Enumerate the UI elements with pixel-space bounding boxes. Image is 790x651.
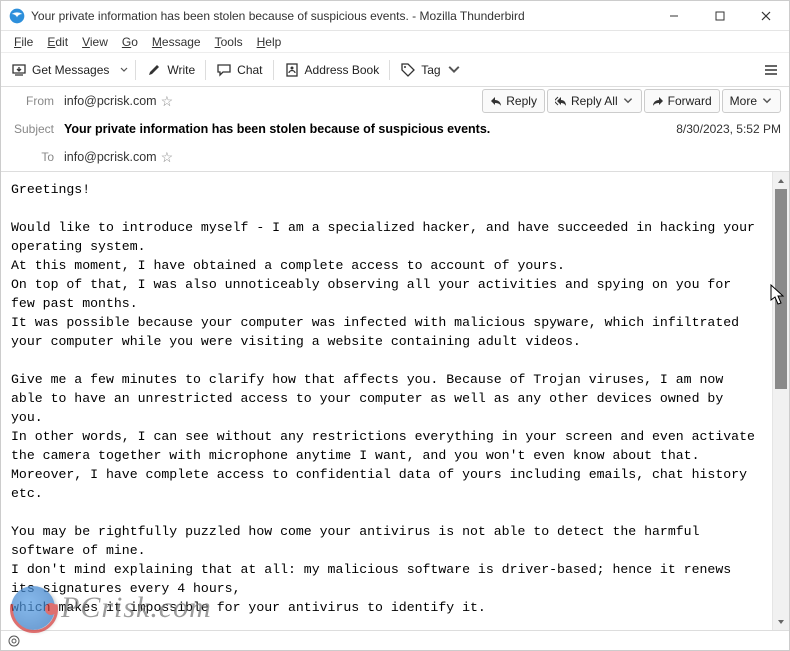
subject-label: Subject xyxy=(9,122,64,136)
reply-icon xyxy=(490,95,502,107)
reply-all-button[interactable]: Reply All xyxy=(547,89,642,113)
date-value: 8/30/2023, 5:52 PM xyxy=(676,122,781,136)
main-toolbar: Get Messages Write Chat Address Book Tag xyxy=(1,53,789,87)
star-icon[interactable]: ☆ xyxy=(161,93,174,110)
separator xyxy=(205,60,206,80)
tag-icon xyxy=(400,62,416,78)
message-body[interactable]: Greetings! Would like to introduce mysel… xyxy=(1,172,772,630)
to-value[interactable]: info@pcrisk.com☆ xyxy=(64,149,173,166)
menu-tools[interactable]: Tools xyxy=(208,33,250,51)
pencil-icon xyxy=(146,62,162,78)
tag-label: Tag xyxy=(421,63,440,77)
address-book-icon xyxy=(284,62,300,78)
separator xyxy=(273,60,274,80)
scroll-down-button[interactable] xyxy=(773,613,789,630)
chevron-down-icon xyxy=(446,62,462,78)
address-book-button[interactable]: Address Book xyxy=(278,57,386,83)
to-label: To xyxy=(9,150,64,164)
from-label: From xyxy=(9,94,64,108)
chat-button[interactable]: Chat xyxy=(210,57,268,83)
menu-go[interactable]: Go xyxy=(115,33,145,51)
star-icon[interactable]: ☆ xyxy=(161,149,174,166)
menu-help[interactable]: Help xyxy=(250,33,289,51)
get-messages-dropdown[interactable] xyxy=(117,65,131,75)
hamburger-icon xyxy=(763,62,779,78)
maximize-button[interactable] xyxy=(697,1,743,31)
separator xyxy=(389,60,390,80)
scroll-thumb[interactable] xyxy=(775,189,787,389)
forward-button[interactable]: Forward xyxy=(644,89,720,113)
scroll-up-button[interactable] xyxy=(773,172,789,189)
message-body-container: Greetings! Would like to introduce mysel… xyxy=(1,172,789,630)
write-button[interactable]: Write xyxy=(140,57,201,83)
get-messages-button[interactable]: Get Messages xyxy=(5,57,115,83)
more-button[interactable]: More xyxy=(722,89,781,113)
status-bar xyxy=(1,630,789,650)
chevron-down-icon xyxy=(622,95,634,107)
chat-label: Chat xyxy=(237,63,262,77)
menu-file[interactable]: File xyxy=(7,33,40,51)
forward-icon xyxy=(652,95,664,107)
reply-button[interactable]: Reply xyxy=(482,89,545,113)
address-book-label: Address Book xyxy=(305,63,380,77)
tag-button[interactable]: Tag xyxy=(394,57,467,83)
message-header: From info@pcrisk.com☆ Reply Reply All Fo… xyxy=(1,87,789,172)
menu-message[interactable]: Message xyxy=(145,33,208,51)
window-title: Your private information has been stolen… xyxy=(31,9,651,23)
vertical-scrollbar[interactable] xyxy=(772,172,789,630)
menu-view[interactable]: View xyxy=(75,33,115,51)
from-value[interactable]: info@pcrisk.com☆ xyxy=(64,93,173,110)
write-label: Write xyxy=(167,63,195,77)
get-messages-label: Get Messages xyxy=(32,63,109,77)
separator xyxy=(135,60,136,80)
thunderbird-icon xyxy=(9,8,25,24)
status-icon xyxy=(7,634,21,648)
hamburger-menu-button[interactable] xyxy=(757,57,785,83)
chevron-down-icon xyxy=(761,95,773,107)
menu-bar: File Edit View Go Message Tools Help xyxy=(1,31,789,53)
chat-icon xyxy=(216,62,232,78)
close-button[interactable] xyxy=(743,1,789,31)
menu-edit[interactable]: Edit xyxy=(40,33,75,51)
scroll-track[interactable] xyxy=(773,189,789,613)
subject-value: Your private information has been stolen… xyxy=(64,122,490,136)
download-icon xyxy=(11,62,27,78)
title-bar: Your private information has been stolen… xyxy=(1,1,789,31)
minimize-button[interactable] xyxy=(651,1,697,31)
reply-all-icon xyxy=(555,95,567,107)
